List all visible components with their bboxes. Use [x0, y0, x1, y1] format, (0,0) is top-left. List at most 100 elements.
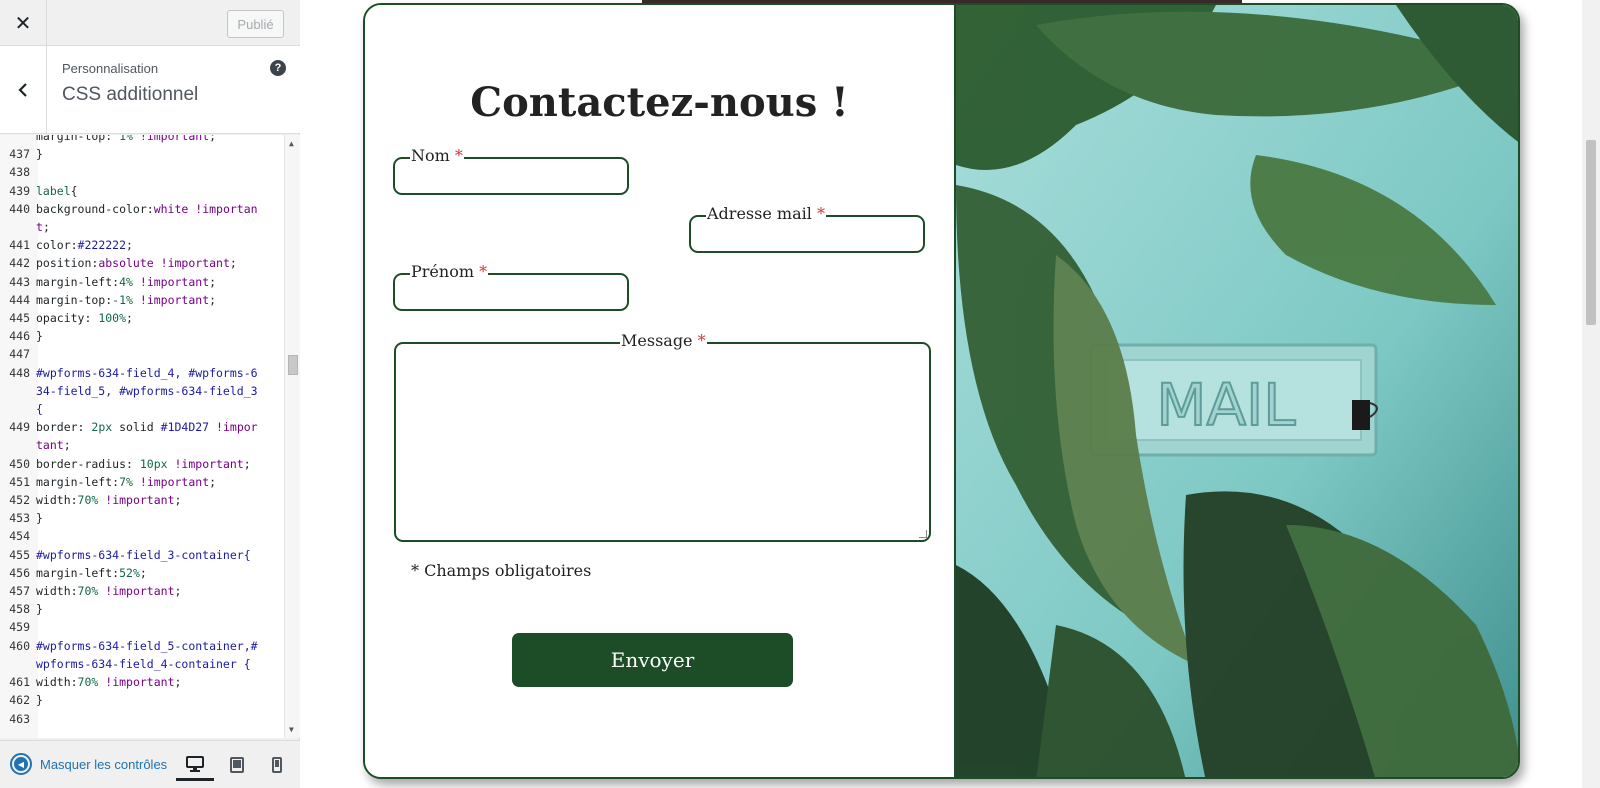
hide-controls-button[interactable]: ◀ Masquer les contrôles [10, 753, 167, 775]
line-number: 444 [9, 292, 30, 307]
code-text: } [36, 693, 43, 708]
line-number: 442 [9, 256, 30, 271]
code-line: margin-top: 1% !important; [0, 135, 284, 145]
code-text: width:70% !important; [36, 584, 182, 599]
code-text: border-radius: 10px !important; [36, 456, 251, 471]
code-text: margin-top: 1% !important; [36, 135, 217, 143]
code-text: color:#222222; [36, 238, 133, 253]
code-line: 441 color:#222222; [0, 236, 284, 254]
scroll-down-icon[interactable]: ▼ [289, 725, 294, 734]
device-tablet-button[interactable] [218, 749, 256, 781]
back-button[interactable] [0, 46, 47, 134]
collapse-icon: ◀ [10, 753, 32, 775]
code-text: width:70% !important; [36, 493, 182, 508]
line-number: 456 [9, 565, 30, 580]
code-line: 448 #wpforms-634-field_4, #wpforms-634-fi… [0, 364, 284, 419]
line-number: 454 [9, 529, 30, 544]
tablet-icon [230, 757, 244, 773]
code-line: 459 [0, 618, 284, 636]
line-number: 463 [9, 711, 30, 726]
line-number: 445 [9, 311, 30, 326]
message-textarea[interactable] [394, 342, 931, 542]
line-number: 438 [9, 165, 30, 180]
code-line: 440 background-color:white !important; [0, 200, 284, 236]
line-number: 447 [9, 347, 30, 362]
contact-card: Contactez-nous ! Nom * Adresse mail * Pr… [363, 3, 1520, 779]
help-icon[interactable]: ? [270, 60, 286, 76]
required-mark: * [454, 146, 463, 165]
message-label: Message * [620, 331, 707, 350]
editor-scroll-thumb[interactable] [288, 355, 298, 375]
line-number: 452 [9, 493, 30, 508]
page-scrollbar[interactable] [1582, 0, 1600, 788]
code-text: margin-left:4% !important; [36, 274, 217, 289]
line-number: 451 [9, 474, 30, 489]
resize-handle-icon[interactable] [919, 530, 927, 538]
code-line: 450 border-radius: 10px !important; [0, 455, 284, 473]
code-text: margin-left:7% !important; [36, 474, 217, 489]
code-text: #wpforms-634-field_4, #wpforms-634-field… [36, 365, 258, 417]
line-number: 457 [9, 584, 30, 599]
code-text: width:70% !important; [36, 675, 182, 690]
code-line: 460 #wpforms-634-field_5-container,#wpfor… [0, 637, 284, 673]
nom-label: Nom * [410, 146, 464, 165]
code-line: 455 #wpforms-634-field_3-container{ [0, 546, 284, 564]
publish-button[interactable]: Publié [227, 10, 284, 38]
scroll-up-icon[interactable]: ▲ [289, 139, 294, 148]
form-title: Contactez-nous ! [470, 79, 849, 126]
line-number: 458 [9, 602, 30, 617]
code-text: margin-left:52%; [36, 565, 147, 580]
line-number: 461 [9, 675, 30, 690]
code-text: #wpforms-634-field_5-container,#wpforms-… [36, 638, 258, 671]
css-code-editor[interactable]: margin-top: 1% !important; 437} 438 439 labe… [0, 135, 300, 738]
code-text: opacity: 100%; [36, 311, 133, 326]
close-icon: ✕ [14, 12, 32, 35]
code-line: 445 opacity: 100%; [0, 309, 284, 327]
device-desktop-button[interactable] [176, 749, 214, 781]
customizer-footer: ◀ Masquer les contrôles [0, 740, 300, 788]
line-number: 446 [9, 329, 30, 344]
line-number: 455 [9, 547, 30, 562]
desktop-icon [186, 755, 204, 772]
line-number: 439 [9, 183, 30, 198]
line-number: 448 [9, 365, 30, 380]
code-text: } [36, 147, 43, 162]
code-line: 462} [0, 691, 284, 709]
code-line: 454 [0, 527, 284, 545]
code-lines: margin-top: 1% !important; 437} 438 439 labe… [0, 135, 284, 728]
code-text: position:absolute !important; [36, 256, 237, 271]
breadcrumb: Personnalisation [62, 61, 159, 76]
code-text: label{ [36, 183, 78, 198]
code-line: 449 border: 2px solid #1D4D27 !important; [0, 418, 284, 454]
customizer-topbar: ✕ Publié [0, 0, 300, 46]
prenom-label: Prénom * [410, 262, 489, 281]
line-number: 450 [9, 456, 30, 471]
code-line: 461 width:70% !important; [0, 673, 284, 691]
code-text: } [36, 329, 43, 344]
code-line: 447 [0, 345, 284, 363]
code-line: 444 margin-top:-1% !important; [0, 291, 284, 309]
customizer-sidebar: ✕ Publié Personnalisation CSS additionne… [0, 0, 300, 788]
code-text: } [36, 602, 43, 617]
required-mark: * [697, 331, 706, 350]
editor-scrollbar[interactable]: ▲ ▼ [284, 135, 300, 738]
code-line: 453} [0, 509, 284, 527]
submit-button[interactable]: Envoyer [512, 633, 793, 687]
code-line: 442 position:absolute !important; [0, 254, 284, 272]
code-line: 443 margin-left:4% !important; [0, 273, 284, 291]
required-fields-note: * Champs obligatoires [411, 561, 592, 580]
device-mobile-button[interactable] [258, 749, 296, 781]
email-label: Adresse mail * [706, 204, 826, 223]
page-scroll-thumb[interactable] [1586, 140, 1596, 325]
close-button[interactable]: ✕ [0, 0, 47, 46]
code-text: background-color:white !important; [36, 201, 258, 235]
code-line: 452 width:70% !important; [0, 491, 284, 509]
line-number [0, 135, 36, 145]
code-text: margin-top:-1% !important; [36, 292, 217, 307]
line-number: 443 [9, 274, 30, 289]
section-header: Personnalisation CSS additionnel ? [0, 46, 300, 134]
line-number: 437 [9, 147, 30, 162]
